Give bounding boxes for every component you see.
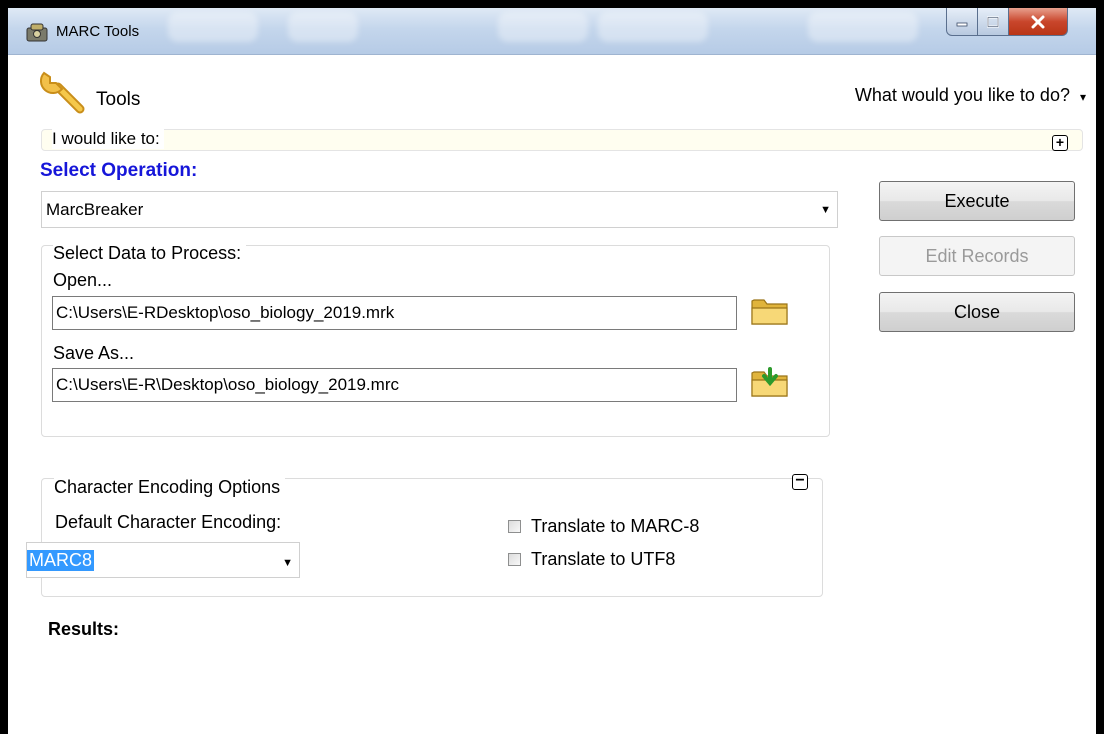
save-as-label: Save As... <box>53 343 135 363</box>
marc-tools-window: MARC Tools Tools What would you like to … <box>8 8 1096 734</box>
checkbox-box[interactable] <box>508 553 521 566</box>
dropdown-arrow-icon: ▼ <box>282 557 293 569</box>
checkbox-label: Translate to UTF8 <box>531 549 676 569</box>
translate-utf8-checkbox[interactable]: Translate to UTF8 <box>508 549 675 570</box>
translate-marc8-checkbox[interactable]: Translate to MARC-8 <box>508 516 699 537</box>
what-would-you-like-text: What would you like to do? <box>854 85 1070 105</box>
results-label: Results: <box>48 619 120 639</box>
minimize-icon <box>956 22 968 26</box>
chevron-down-icon: ▾ <box>1079 90 1086 104</box>
close-button[interactable]: Close <box>879 292 1075 332</box>
titlebar-reflection <box>498 12 588 42</box>
operation-selected-value: MarcBreaker <box>46 200 144 219</box>
tools-header: Tools What would you like to do? ▾ <box>8 55 1096 123</box>
titlebar-reflection <box>288 12 358 42</box>
checkbox-box[interactable] <box>508 520 521 533</box>
close-window-button[interactable] <box>1008 8 1068 36</box>
open-path-value: C:\Users\E-RDesktop\oso_biology_2019.mrk <box>56 303 395 322</box>
minimize-button[interactable] <box>946 8 978 36</box>
encoding-select[interactable]: MARC8 ▼ <box>26 542 300 578</box>
maximize-button[interactable] <box>977 8 1009 36</box>
execute-button[interactable]: Execute <box>879 181 1075 221</box>
titlebar-reflection <box>598 12 708 42</box>
titlebar-reflection <box>168 12 258 42</box>
tools-label: Tools <box>96 89 141 110</box>
encoding-title: Character Encoding Options <box>54 477 286 498</box>
save-path-value: C:\Users\E-R\Desktop\oso_biology_2019.mr… <box>56 375 399 394</box>
open-folder-icon[interactable] <box>749 293 791 329</box>
wrench-icon <box>39 71 85 114</box>
operation-select[interactable]: MarcBreaker ▼ <box>41 191 838 228</box>
checkbox-label: Translate to MARC-8 <box>531 516 700 536</box>
edit-records-button[interactable]: Edit Records <box>879 236 1075 276</box>
character-encoding-group: Character Encoding Options Default Chara… <box>41 477 823 597</box>
collapse-icon[interactable]: − <box>792 473 808 490</box>
close-icon <box>1031 15 1045 28</box>
save-folder-icon[interactable] <box>749 365 791 401</box>
select-data-group: Select Data to Process: Open... C:\Users… <box>41 243 830 437</box>
window-title: MARC Tools <box>56 23 140 40</box>
app-icon <box>26 23 48 42</box>
encoding-selected-value: MARC8 <box>27 550 95 571</box>
select-data-title: Select Data to Process: <box>53 243 247 264</box>
what-would-you-like-dropdown[interactable]: What would you like to do? ▾ <box>854 85 1086 106</box>
expand-icon[interactable]: + <box>1052 135 1068 151</box>
select-operation-heading: Select Operation: <box>40 160 198 181</box>
titlebar-reflection <box>808 12 918 42</box>
open-path-input[interactable]: C:\Users\E-RDesktop\oso_biology_2019.mrk <box>52 296 737 330</box>
default-encoding-label: Default Character Encoding: <box>55 512 282 532</box>
wizard-strip: I would like to: <box>41 129 1083 151</box>
open-label: Open... <box>53 270 113 290</box>
title-bar[interactable]: MARC Tools <box>8 8 1096 55</box>
save-path-input[interactable]: C:\Users\E-R\Desktop\oso_biology_2019.mr… <box>52 368 737 402</box>
wizard-label: I would like to: <box>52 129 164 149</box>
maximize-icon <box>987 16 999 27</box>
dropdown-arrow-icon: ▼ <box>820 204 831 216</box>
